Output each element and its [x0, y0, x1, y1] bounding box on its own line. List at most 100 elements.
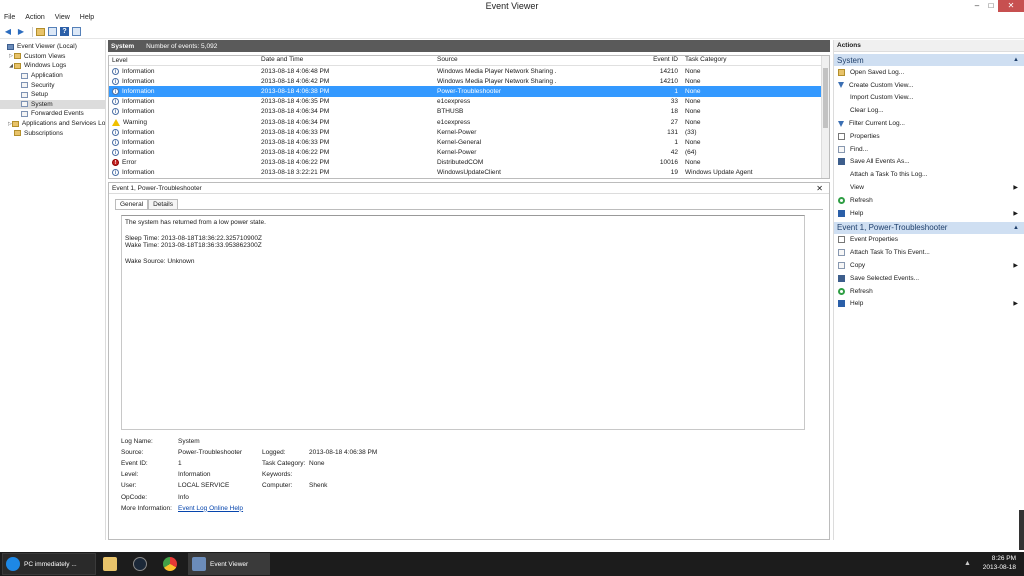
minimize-button[interactable]: – [970, 0, 984, 12]
table-scrollbar[interactable] [821, 56, 829, 178]
open-folder-icon[interactable] [36, 27, 45, 36]
close-button[interactable]: ✕ [998, 0, 1024, 12]
col-source[interactable]: Source [434, 56, 557, 65]
action-filter-current-log[interactable]: Filter Current Log... [834, 117, 1024, 130]
action-label: Save All Events As... [850, 158, 910, 166]
action-help[interactable]: Help ▶ [834, 298, 1024, 311]
cell-level: i Information [109, 67, 258, 75]
table-row[interactable]: i Information 2013-08-18 4:06:33 PM Kernel-… [109, 137, 829, 147]
col-date[interactable]: Date and Time [258, 56, 434, 65]
action-event-properties[interactable]: Event Properties [834, 234, 1024, 247]
help-icon[interactable]: ? [60, 27, 69, 36]
cell-level: i Information [109, 128, 258, 136]
prop-source-value: Power-Troubleshooter [178, 449, 243, 457]
table-row[interactable]: ! Error 2013-08-18 4:06:22 PM DistributedCO… [109, 158, 829, 168]
information-icon: i [112, 67, 119, 75]
col-level[interactable]: Level [109, 56, 258, 65]
table-row[interactable]: Warning 2013-08-18 4:06:34 PM e1cexpress 27… [109, 117, 829, 127]
refresh-icon [838, 287, 845, 295]
menu-file[interactable]: File [4, 12, 15, 24]
col-task-category[interactable]: Task Category [681, 56, 811, 65]
action-label: Event Properties [850, 236, 899, 244]
tree-node[interactable]: Event Viewer (Local) [0, 42, 105, 52]
tab-general[interactable]: General [115, 199, 149, 209]
action-save-all-events-as[interactable]: Save All Events As... [834, 156, 1024, 169]
menu-action[interactable]: Action [25, 12, 44, 24]
close-detail-icon[interactable]: ✕ [816, 184, 823, 193]
level-text: Information [122, 169, 155, 177]
cell-date: 2013-08-18 4:06:35 PM [261, 98, 330, 106]
actions-section-event[interactable]: Event 1, Power-Troubleshooter ▲ [834, 221, 1024, 234]
tree-node[interactable]: ▷ Custom Views [0, 52, 105, 62]
action-refresh[interactable]: Refresh [834, 194, 1024, 207]
back-icon[interactable]: ◀ [3, 27, 13, 37]
tree-node[interactable]: Subscriptions [0, 128, 105, 138]
tree-node[interactable]: Forwarded Events [0, 109, 105, 119]
collapse-icon[interactable]: ▲ [1013, 225, 1019, 231]
menu-view[interactable]: View [55, 12, 70, 24]
system-clock[interactable]: 8:26 PM 2013-08-18 [983, 554, 1016, 572]
tree-node[interactable]: ◢ Windows Logs [0, 61, 105, 71]
show-hidden-icons-icon[interactable]: ▲ [964, 560, 972, 568]
action-attach-a-task-to-this-log[interactable]: Attach a Task To this Log... [834, 168, 1024, 181]
action-view[interactable]: View ▶ [834, 181, 1024, 194]
tree-node[interactable]: Setup [0, 90, 105, 100]
table-row[interactable]: i Information 2013-08-18 4:06:34 PM BTHUSB 1… [109, 107, 829, 117]
show-hide-action-pane-icon[interactable] [72, 27, 81, 36]
action-refresh[interactable]: Refresh [834, 285, 1024, 298]
table-row[interactable]: i Information 2013-08-18 3:22:21 PM Windows… [109, 168, 829, 178]
action-import-custom-view[interactable]: Import Custom View... [834, 92, 1024, 105]
tree-node[interactable]: ▷ Applications and Services Lo [0, 119, 105, 129]
table-row[interactable]: i Information 2013-08-18 4:06:42 PM Windows… [109, 76, 829, 86]
tree-node[interactable]: Security [0, 80, 105, 90]
action-copy[interactable]: Copy ▶ [834, 259, 1024, 272]
forward-icon[interactable]: ▶ [16, 27, 26, 37]
cell-date: 2013-08-18 4:06:34 PM [261, 108, 330, 116]
edge-scroll-handle[interactable] [1019, 510, 1024, 550]
tab-details[interactable]: Details [148, 199, 178, 209]
col-event-id[interactable]: Event ID [557, 56, 681, 65]
cell-source: e1cexpress [437, 98, 471, 106]
action-find[interactable]: Find... [834, 143, 1024, 156]
taskbar-explorer-button[interactable] [98, 553, 126, 575]
action-create-custom-view[interactable]: Create Custom View... [834, 79, 1024, 92]
taskbar-chrome-button[interactable] [158, 553, 186, 575]
actions-section-system[interactable]: System ▲ [834, 54, 1024, 66]
tree-node-label: Subscriptions [24, 129, 64, 137]
tree-node-label: Application [31, 72, 63, 80]
taskbar-steam-button[interactable] [128, 553, 156, 575]
table-row[interactable]: i Information 2013-08-18 4:06:38 PM Power-T… [109, 86, 829, 97]
taskbar-event-viewer-label: Event Viewer [210, 560, 249, 568]
prop-opcode-label: OpCode: [121, 493, 148, 501]
prop-log-name-value: System [178, 438, 200, 446]
table-row[interactable]: i Information 2013-08-18 4:06:48 PM Windows… [109, 66, 829, 76]
tree-node[interactable]: System [0, 99, 105, 110]
action-attach-task-to-this-event[interactable]: Attach Task To This Event... [834, 246, 1024, 259]
taskbar-event-viewer-button[interactable]: Event Viewer [188, 553, 270, 575]
taskbar-ie-button[interactable]: PC immediately ... [2, 553, 96, 575]
action-properties[interactable]: Properties [834, 130, 1024, 143]
maximize-button[interactable]: □ [984, 0, 998, 12]
action-save-selected-events[interactable]: Save Selected Events... [834, 272, 1024, 285]
prop-task-category-label: Task Category: [262, 460, 306, 468]
cell-source: Power-Troubleshooter [437, 87, 502, 95]
event-message[interactable]: The system has returned from a low power… [121, 215, 805, 430]
action-help[interactable]: Help ▶ [834, 207, 1024, 220]
table-row[interactable]: i Information 2013-08-18 4:06:22 PM Kernel-… [109, 148, 829, 158]
table-row[interactable]: i Information 2013-08-18 4:06:35 PM e1cexpr… [109, 97, 829, 107]
collapse-icon[interactable]: ▲ [1013, 57, 1019, 63]
event-log-online-help-link[interactable]: Event Log Online Help [178, 505, 298, 512]
scrollbar-thumb[interactable] [823, 68, 828, 128]
menu-help[interactable]: Help [80, 12, 94, 24]
tree-node[interactable]: Application [0, 71, 105, 81]
window-controls: – □ ✕ [970, 0, 1024, 12]
log-icon [21, 101, 28, 108]
action-clear-log[interactable]: Clear Log... [834, 104, 1024, 117]
show-hide-tree-icon[interactable] [48, 27, 57, 36]
help-icon [838, 209, 845, 217]
action-label: Clear Log... [850, 107, 884, 115]
tree-node-label: Security [31, 81, 55, 89]
table-row[interactable]: i Information 2013-08-18 4:06:33 PM Kernel-… [109, 127, 829, 137]
cell-date: 2013-08-18 4:06:22 PM [261, 159, 330, 167]
action-open-saved-log[interactable]: Open Saved Log... [834, 66, 1024, 79]
